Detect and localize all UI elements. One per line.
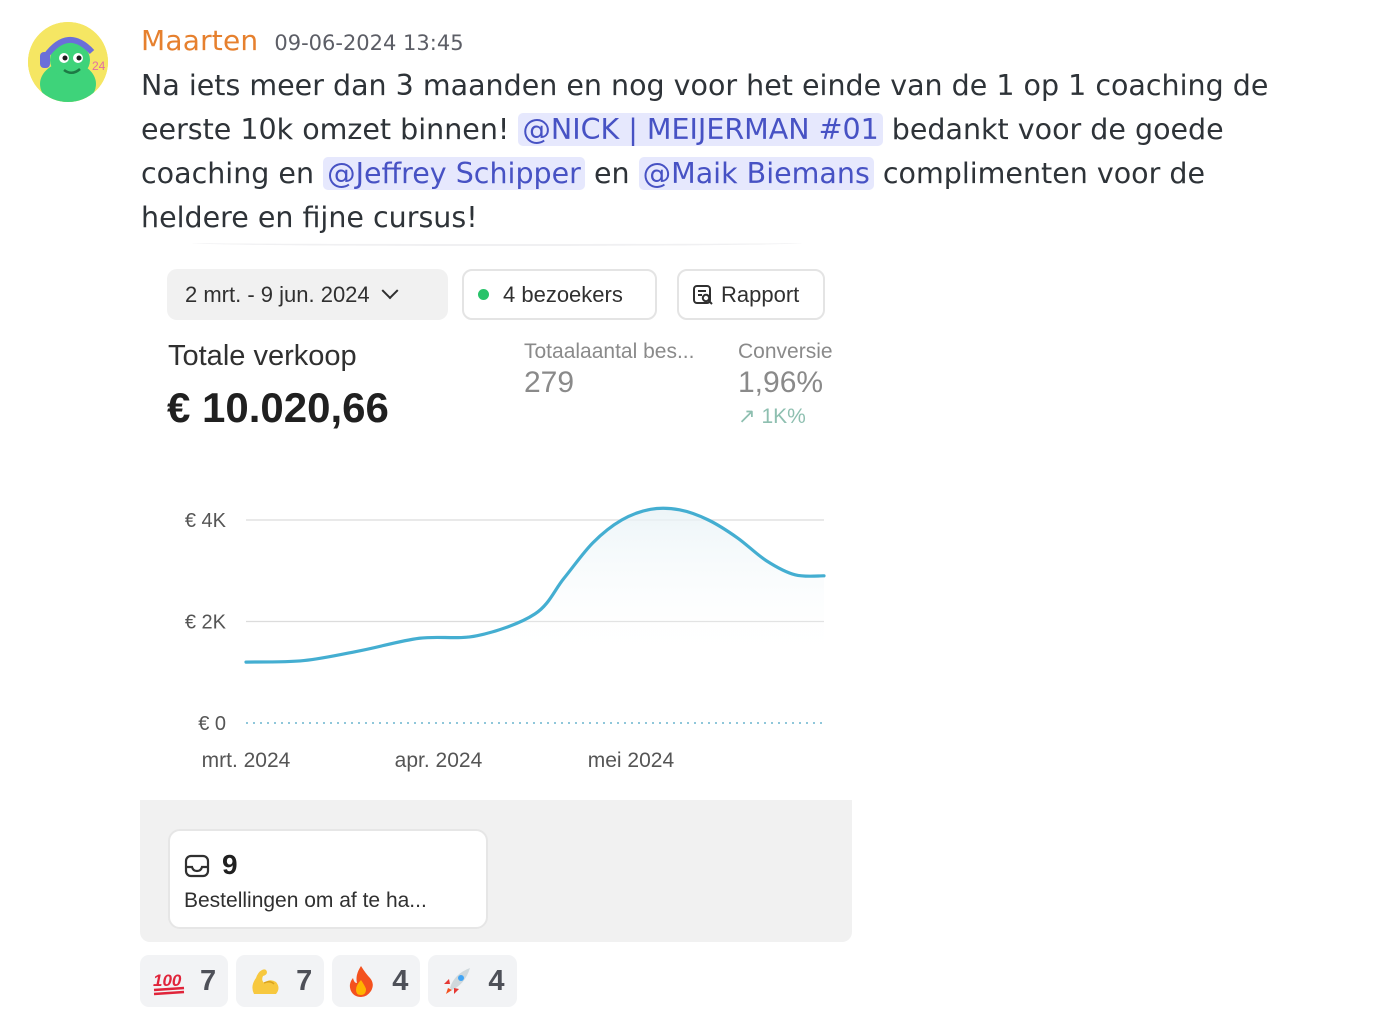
reaction-count: 7 — [296, 964, 313, 997]
reaction-biceps[interactable]: 7 — [236, 955, 325, 1007]
flexed-biceps-icon — [248, 964, 282, 998]
y-tick-label: € 2K — [185, 612, 227, 634]
chevron-down-icon — [381, 281, 399, 299]
total-orders-label: Totaalaantal bes... — [524, 340, 695, 363]
x-tick-label: mrt. 2024 — [202, 749, 291, 772]
reactions-bar: 100 7 7 4 4 — [140, 955, 517, 1007]
reaction-fire[interactable]: 4 — [332, 955, 421, 1007]
orders-panel: 9 Bestellingen om af te ha... — [140, 800, 852, 942]
message-header: Maarten 09-06-2024 13:45 — [141, 24, 464, 57]
mention-jeffrey[interactable]: @Jeffrey Schipper — [323, 157, 585, 190]
svg-text:24: 24 — [92, 59, 106, 73]
message-text: Na iets meer dan 3 maanden en nog voor h… — [141, 64, 1301, 240]
total-orders-value: 279 — [524, 366, 575, 399]
conversion-delta: ↗ 1K% — [738, 404, 806, 429]
date-range-label: 2 mrt. - 9 jun. 2024 — [185, 281, 370, 307]
reaction-count: 4 — [488, 964, 505, 997]
visitors-label: 4 bezoekers — [503, 281, 623, 307]
live-dot-icon — [478, 289, 489, 300]
hundred-points-icon: 100 — [152, 964, 186, 998]
conversion-value: 1,96% — [738, 366, 824, 399]
series-area — [246, 508, 824, 663]
conversion-label: Conversie — [738, 340, 833, 363]
y-tick-label: € 4K — [185, 510, 227, 532]
x-tick-label: apr. 2024 — [395, 749, 483, 772]
attached-image[interactable]: 2 mrt. - 9 jun. 2024 4 bezoekers Rapport… — [140, 240, 852, 942]
username[interactable]: Maarten — [141, 24, 258, 57]
arrow-up-right-icon: ↗ — [738, 405, 756, 428]
rocket-icon — [440, 964, 474, 998]
avatar-image: 24 — [28, 22, 108, 102]
avatar[interactable]: 24 — [28, 22, 108, 102]
inbox-icon — [184, 854, 210, 878]
orders-label: Bestellingen om af te ha... — [184, 889, 427, 912]
date-range-button[interactable]: 2 mrt. - 9 jun. 2024 — [167, 269, 448, 320]
total-sales-value: € 10.020,66 — [167, 384, 389, 431]
timestamp: 09-06-2024 13:45 — [274, 31, 464, 55]
sales-chart: € 4K € 2K € 0 mrt. 2024 apr. 2024 mei 2024 — [185, 506, 826, 772]
visitors-button[interactable]: 4 bezoekers — [462, 269, 657, 320]
orders-count: 9 — [222, 849, 238, 880]
total-sales-label: Totale verkoop — [168, 340, 357, 372]
reaction-count: 7 — [200, 964, 217, 997]
mention-nick[interactable]: @NICK | MEIJERMAN #01 — [518, 113, 883, 146]
divider — [192, 240, 802, 246]
svg-text:100: 100 — [153, 971, 182, 990]
fire-icon — [344, 964, 378, 998]
reaction-count: 4 — [392, 964, 409, 997]
report-button[interactable]: Rapport — [677, 269, 825, 320]
conversion-delta-value: 1K% — [761, 405, 806, 428]
reaction-hundred[interactable]: 100 7 — [140, 955, 229, 1007]
orders-card[interactable]: 9 Bestellingen om af te ha... — [168, 829, 488, 929]
y-tick-label: € 0 — [198, 713, 226, 735]
message-text-part: en — [584, 157, 639, 190]
report-label: Rapport — [721, 281, 800, 307]
x-tick-label: mei 2024 — [588, 749, 675, 772]
reaction-rocket[interactable]: 4 — [428, 955, 517, 1007]
mention-maik[interactable]: @Maik Biemans — [638, 157, 874, 190]
report-icon — [693, 284, 713, 305]
